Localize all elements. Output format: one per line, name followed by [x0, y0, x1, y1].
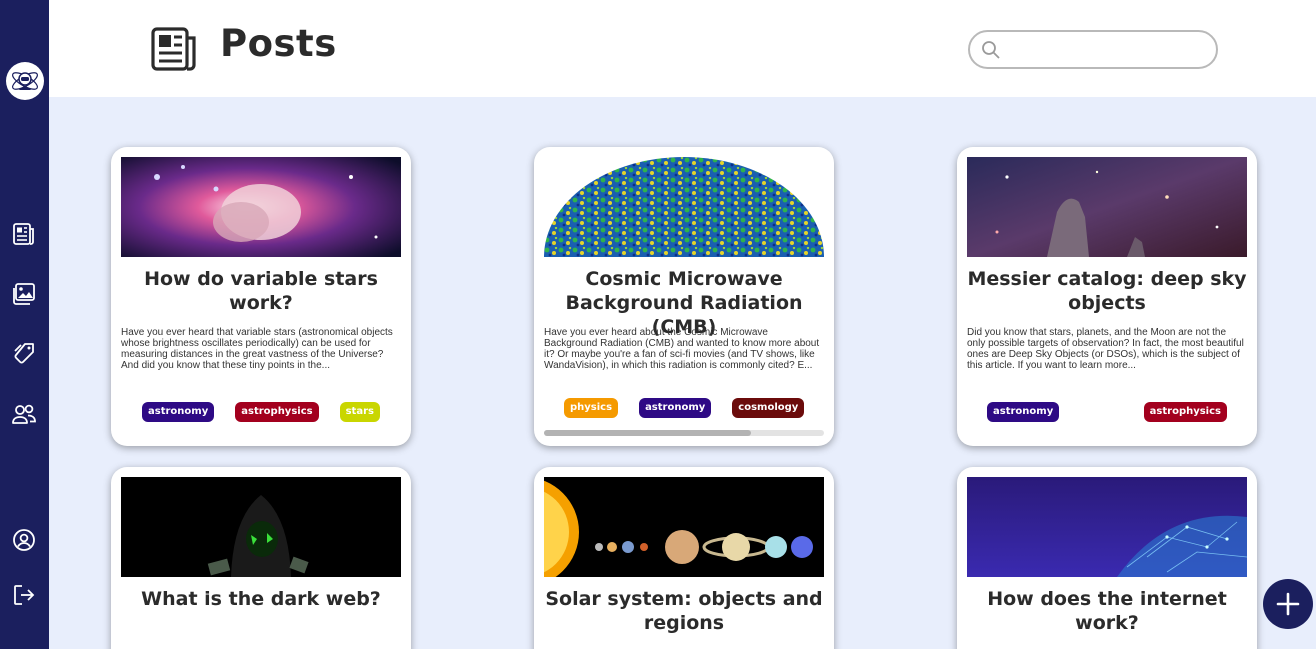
post-thumbnail	[121, 157, 401, 257]
page-title: Posts	[220, 22, 337, 65]
scrollbar-thumb[interactable]	[544, 430, 751, 436]
add-post-button[interactable]	[1263, 579, 1313, 629]
sidebar	[0, 0, 49, 649]
post-title[interactable]: Messier catalog: deep sky objects	[965, 267, 1249, 315]
newspaper-icon	[13, 223, 34, 245]
post-title[interactable]: How do variable stars work?	[119, 267, 403, 315]
tag-astronomy[interactable]: astronomy	[639, 398, 712, 418]
post-card[interactable]: Cosmic Microwave Background Radiation (C…	[534, 147, 834, 446]
search-icon	[982, 41, 1000, 59]
astronaut-icon	[12, 72, 38, 90]
logout-icon	[14, 585, 35, 605]
sidebar-item-gallery[interactable]	[11, 281, 37, 307]
tags-scrollbar[interactable]	[544, 430, 824, 436]
search-input[interactable]	[1008, 37, 1208, 62]
tag-icon	[14, 343, 34, 364]
post-card[interactable]: How do variable stars work? Have you eve…	[111, 147, 411, 446]
sidebar-item-profile[interactable]	[11, 527, 37, 553]
plus-icon	[1276, 592, 1300, 616]
post-title[interactable]: What is the dark web?	[119, 587, 403, 611]
header: Posts	[49, 0, 1316, 97]
post-excerpt: Have you ever heard that variable stars …	[121, 327, 393, 371]
sidebar-item-logout[interactable]	[11, 582, 37, 608]
post-card[interactable]: How does the internet work?	[957, 467, 1257, 649]
post-card[interactable]: What is the dark web?	[111, 467, 411, 649]
tag-astrophysics[interactable]: astrophysics	[235, 402, 319, 422]
tag-stars[interactable]: stars	[339, 402, 380, 422]
post-card[interactable]: Solar system: objects and regions	[534, 467, 834, 649]
post-thumbnail	[544, 157, 824, 257]
post-card[interactable]: Messier catalog: deep sky objects Did yo…	[957, 147, 1257, 446]
post-thumbnail	[967, 157, 1247, 257]
astronaut-logo[interactable]	[6, 62, 44, 100]
users-icon	[12, 404, 36, 424]
tag-astrophysics[interactable]: astrophysics	[1143, 402, 1227, 422]
post-thumbnail	[967, 477, 1247, 577]
newspaper-icon	[151, 27, 196, 71]
post-excerpt: Have you ever heard about the Cosmic Mic…	[544, 327, 820, 371]
post-thumbnail	[121, 477, 401, 577]
sidebar-item-posts[interactable]	[11, 221, 37, 247]
post-thumbnail	[544, 477, 824, 577]
post-title[interactable]: Solar system: objects and regions	[542, 587, 826, 635]
post-title[interactable]: How does the internet work?	[965, 587, 1249, 635]
tag-astronomy[interactable]: astronomy	[142, 402, 215, 422]
sidebar-item-users[interactable]	[11, 401, 37, 427]
tag-list: astronomy astrophysics stars	[121, 400, 401, 424]
sidebar-item-tags[interactable]	[11, 341, 37, 367]
user-circle-icon	[13, 529, 35, 551]
image-icon	[13, 283, 35, 305]
post-excerpt: Did you know that stars, planets, and th…	[967, 327, 1244, 371]
tag-list: physics astronomy cosmology marvel	[544, 396, 824, 420]
search-box[interactable]	[968, 30, 1218, 69]
tag-list: astronomy astrophysics	[967, 400, 1247, 424]
tag-cosmology[interactable]: cosmology	[732, 398, 805, 418]
tag-astronomy[interactable]: astronomy	[987, 402, 1060, 422]
tag-physics[interactable]: physics	[564, 398, 619, 418]
